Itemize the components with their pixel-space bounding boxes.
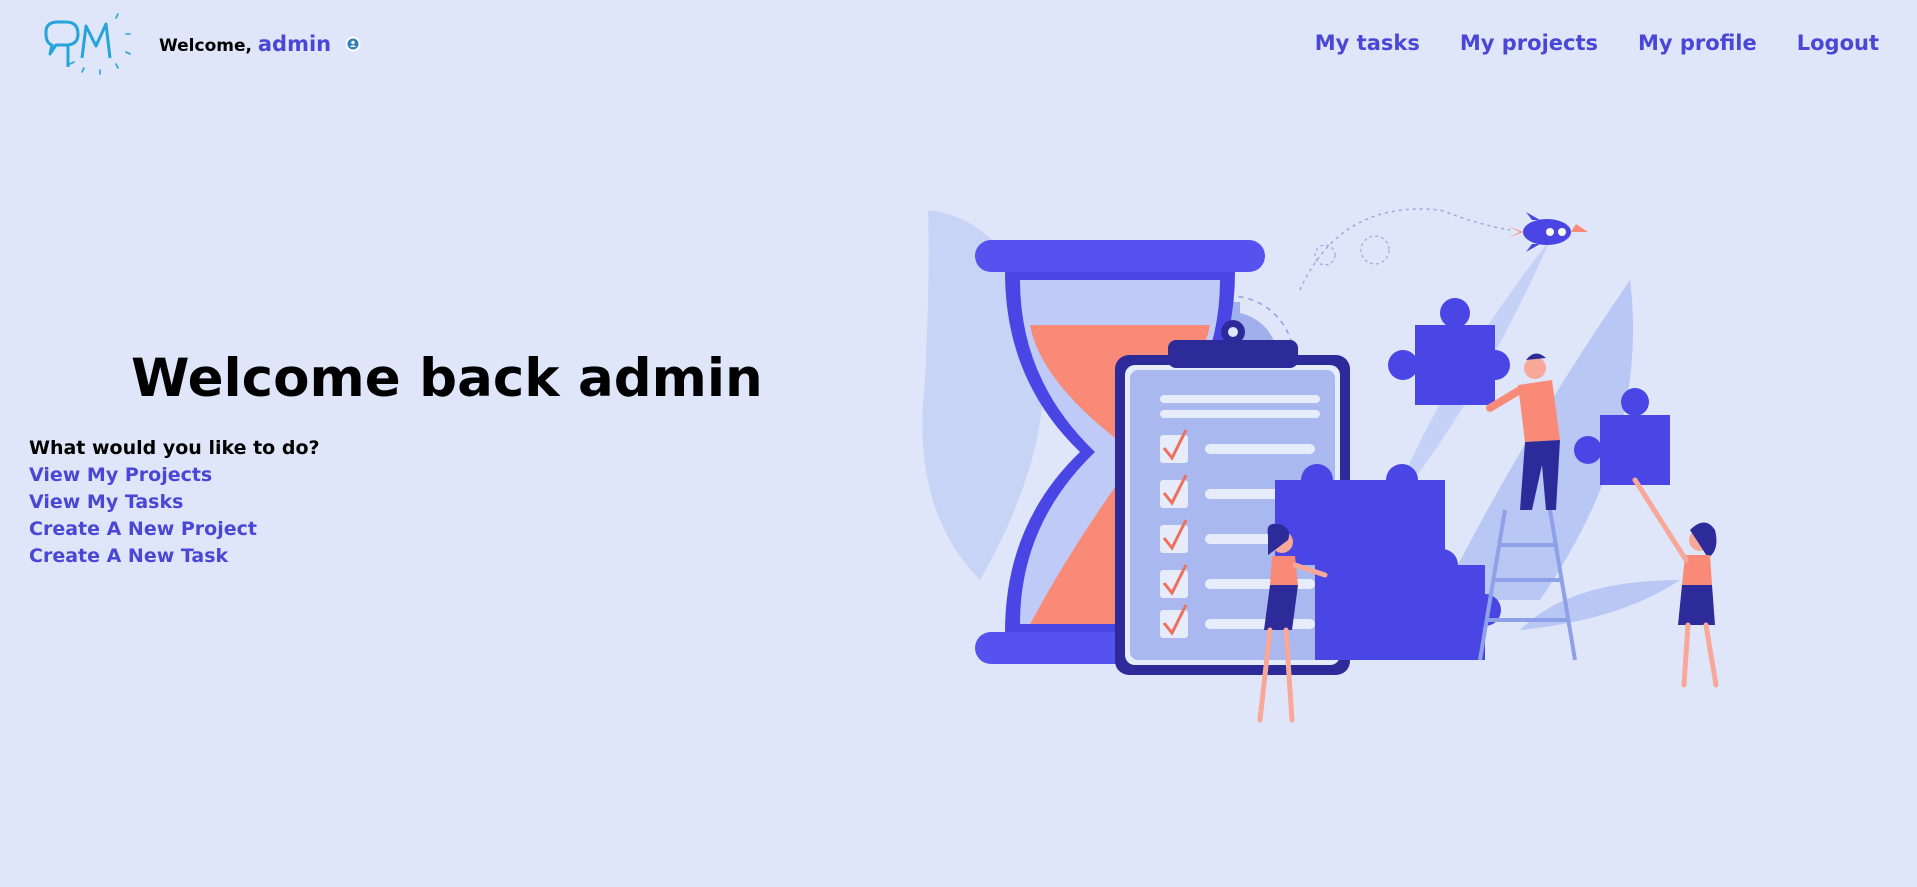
pm-logo[interactable] bbox=[38, 12, 138, 80]
create-new-project-link[interactable]: Create A New Project bbox=[29, 516, 320, 543]
user-badge-icon bbox=[345, 36, 361, 52]
top-nav: My tasks My projects My profile Logout bbox=[1315, 31, 1879, 55]
username-link[interactable]: admin bbox=[258, 32, 331, 56]
nav-my-profile[interactable]: My profile bbox=[1638, 31, 1757, 55]
project-management-illustration bbox=[922, 208, 1719, 723]
actions-prompt: What would you like to do? bbox=[29, 437, 320, 459]
page: Welcome, admin My tasks My projects My p… bbox=[0, 0, 1917, 887]
view-my-projects-link[interactable]: View My Projects bbox=[29, 462, 320, 489]
create-new-task-link[interactable]: Create A New Task bbox=[29, 543, 320, 570]
welcome-message: Welcome, admin bbox=[159, 32, 361, 56]
page-title: Welcome back admin bbox=[131, 348, 763, 409]
quick-actions: What would you like to do? View My Proje… bbox=[29, 435, 320, 570]
view-my-tasks-link[interactable]: View My Tasks bbox=[29, 489, 320, 516]
nav-my-projects[interactable]: My projects bbox=[1460, 31, 1598, 55]
welcome-prefix: Welcome, bbox=[159, 36, 252, 56]
nav-my-tasks[interactable]: My tasks bbox=[1315, 31, 1420, 55]
header: Welcome, admin My tasks My projects My p… bbox=[0, 0, 1917, 90]
nav-logout[interactable]: Logout bbox=[1797, 31, 1879, 55]
rocket-icon bbox=[1508, 212, 1588, 252]
